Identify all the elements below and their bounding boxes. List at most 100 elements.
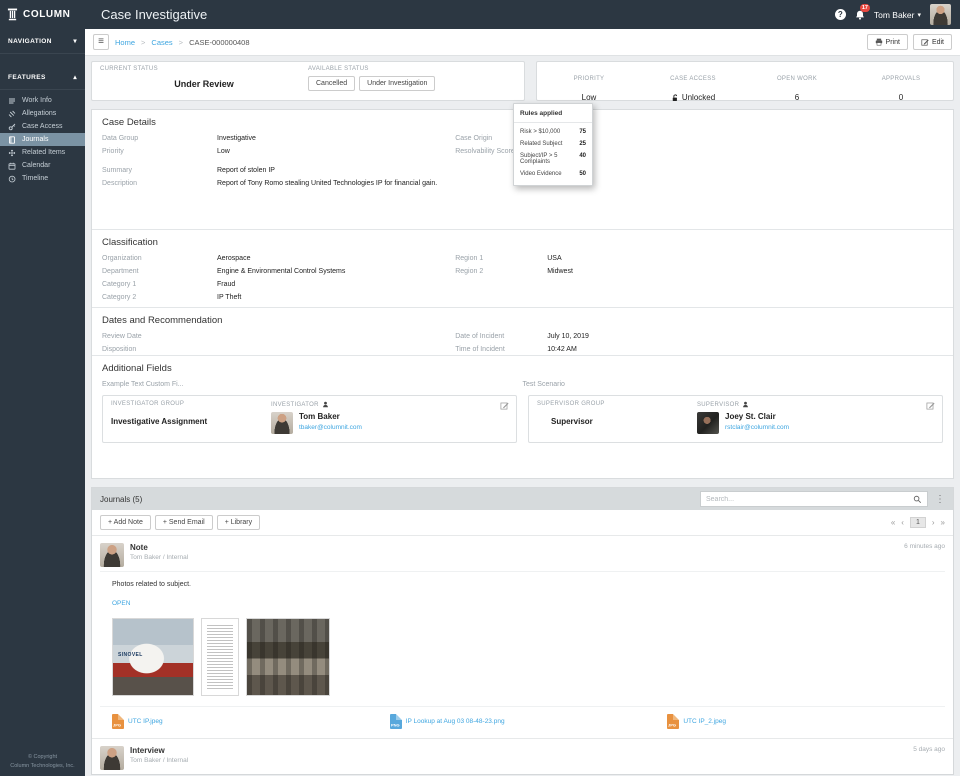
edit-label: Edit: [931, 38, 944, 46]
user-menu[interactable]: Tom Baker ▾: [874, 10, 921, 20]
supervisor-name: Joey St. Clair: [725, 412, 776, 421]
search-input[interactable]: [706, 495, 913, 503]
breadcrumb-home-link[interactable]: Home: [115, 38, 135, 47]
metric-value: 6: [794, 93, 800, 102]
pagination-current-page[interactable]: 1: [909, 517, 926, 528]
sidebar-features-header[interactable]: FEATURES ▴: [0, 65, 85, 90]
journal-entry-interview: Interview Tom Baker / Internal 5 days ag…: [92, 738, 953, 774]
pagination: « ‹ 1 › »: [891, 517, 945, 528]
print-label: Print: [885, 38, 900, 46]
notifications-button[interactable]: 17: [855, 3, 870, 20]
journal-icon: [8, 135, 17, 144]
metric-label: APPROVALS: [881, 76, 921, 82]
print-button[interactable]: Print: [866, 34, 908, 50]
status-under-investigation-button[interactable]: Under Investigation: [359, 76, 436, 91]
sidebar-item-case-access[interactable]: Case Access: [0, 120, 85, 133]
kebab-menu-icon[interactable]: ⋮: [935, 494, 945, 505]
pagination-prev[interactable]: ‹: [901, 518, 904, 527]
photo-thumbnail-document[interactable]: [201, 618, 239, 696]
sidebar-item-label: Allegations: [22, 110, 57, 117]
sidebar-item-related-items[interactable]: Related Items: [0, 146, 85, 159]
current-status-value: Under Review: [174, 79, 234, 89]
field-label: Time of Incident: [455, 346, 505, 353]
metric-label: PRIORITY: [573, 76, 605, 82]
printer-icon: [875, 38, 883, 46]
sidebar-item-timeline[interactable]: Timeline: [0, 172, 85, 185]
brand-logo[interactable]: COLUMN: [0, 0, 85, 29]
notification-badge: 17: [859, 3, 870, 12]
rules-applied-popup: Rules applied Risk > $10,000 75 Related …: [513, 103, 593, 186]
add-note-button[interactable]: + Add Note: [100, 515, 151, 530]
metrics-card: PRIORITY Low CASE ACCESS Unlocked OPEN W…: [536, 61, 954, 102]
page-title: Case Investigative: [101, 7, 208, 22]
app-root: COLUMN Case Investigative ? 17 Tom Baker…: [0, 0, 960, 776]
sidebar-item-calendar[interactable]: Calendar: [0, 159, 85, 172]
pagination-last[interactable]: »: [941, 518, 945, 527]
supervisor-email-link[interactable]: rstclair@columnit.com: [725, 424, 789, 431]
sidebar-item-allegations[interactable]: Allegations: [0, 107, 85, 120]
png-file-icon: PNG: [389, 714, 402, 729]
edit-investigator-icon[interactable]: [500, 401, 509, 410]
attachment-name: UTC IP_2.jpeg: [683, 718, 726, 725]
entry-avatar: [100, 543, 124, 567]
attachment-name: IP Lookup at Aug 03 08-48-23.png: [405, 718, 505, 725]
rule-label: Subject/IP > 5 Complaints: [520, 153, 558, 165]
photo-thumbnail-crowd[interactable]: [246, 618, 330, 696]
attachment-link[interactable]: JPG UTC IP_2.jpeg: [667, 714, 945, 729]
investigator-group-value: Investigative Assignment: [111, 417, 208, 426]
sidebar-navigation-header[interactable]: NAVIGATION ▾: [0, 29, 85, 54]
investigator-email-link[interactable]: tbaker@columnit.com: [299, 424, 362, 431]
library-label: Library: [230, 519, 253, 526]
plus-icon: +: [108, 519, 113, 526]
unlock-icon: [671, 93, 679, 102]
attachment-name: UTC IP.jpeg: [128, 718, 163, 725]
photo-thumbnail-sinovel[interactable]: SINOVEL: [112, 618, 194, 696]
open-link[interactable]: OPEN: [112, 600, 130, 607]
pagination-first[interactable]: «: [891, 518, 895, 527]
sinovel-label: SINOVEL: [118, 652, 143, 659]
copyright: © Copyright Column Technologies, Inc.: [0, 753, 85, 771]
status-cancelled-button[interactable]: Cancelled: [308, 76, 356, 91]
add-note-label: Add Note: [113, 519, 143, 526]
metric-case-access: CASE ACCESS Unlocked: [641, 67, 745, 102]
custom-field-left: Example Text Custom Fi...: [102, 381, 184, 388]
send-email-label: Send Email: [168, 519, 205, 526]
metric-value: 0: [898, 93, 904, 102]
sidebar-items: Work Info Allegations Case Access Journa…: [0, 94, 85, 185]
library-button[interactable]: + Library: [216, 515, 261, 530]
edit-supervisor-icon[interactable]: [926, 401, 935, 410]
attachments-row: JPG UTC IP.jpeg PNG IP Lookup at Aug 03 …: [100, 706, 945, 738]
entry-avatar: [100, 746, 124, 770]
navigation-label: NAVIGATION: [8, 37, 52, 45]
breadcrumb-cases-link[interactable]: Cases: [151, 38, 172, 47]
sidebar-item-work-info[interactable]: Work Info: [0, 94, 85, 107]
attachment-link[interactable]: JPG UTC IP.jpeg: [112, 714, 390, 729]
supervisor-group-value: Supervisor: [551, 417, 593, 426]
user-avatar[interactable]: [930, 4, 951, 25]
section-additional-fields: Additional Fields Example Text Custom Fi…: [92, 356, 953, 478]
help-icon[interactable]: ?: [834, 9, 846, 20]
current-status-block: CURRENT STATUS Under Review: [100, 66, 308, 96]
sidebar-item-journals[interactable]: Journals: [0, 133, 85, 146]
field-value: Report of Tony Romo stealing United Tech…: [217, 180, 438, 187]
rule-label: Risk > $10,000: [520, 129, 561, 135]
send-email-button[interactable]: + Send Email: [154, 515, 213, 530]
search-icon: [913, 495, 922, 504]
file-ext-label: JPG: [668, 723, 677, 728]
hamburger-menu-button[interactable]: ≡: [93, 34, 109, 50]
metric-label: CASE ACCESS: [670, 76, 716, 82]
column-logo-icon: [7, 8, 18, 21]
field-label: Summary: [102, 167, 132, 174]
field-value: Aerospace: [217, 255, 251, 262]
list-icon: [8, 96, 17, 105]
pagination-next[interactable]: ›: [932, 518, 935, 527]
attachment-link[interactable]: PNG IP Lookup at Aug 03 08-48-23.png: [389, 714, 668, 729]
sidebar: NAVIGATION ▾ FEATURES ▴ Work Info Allega…: [0, 29, 85, 776]
edit-button[interactable]: Edit: [912, 34, 952, 50]
section-title: Classification: [102, 237, 158, 248]
rule-label: Video Evidence: [520, 171, 562, 177]
rule-value: 75: [579, 129, 586, 135]
chevron-up-icon: ▴: [73, 74, 77, 81]
entry-header: Note Tom Baker / Internal 6 minutes ago: [100, 540, 945, 572]
file-ext-label: JPG: [113, 723, 122, 728]
